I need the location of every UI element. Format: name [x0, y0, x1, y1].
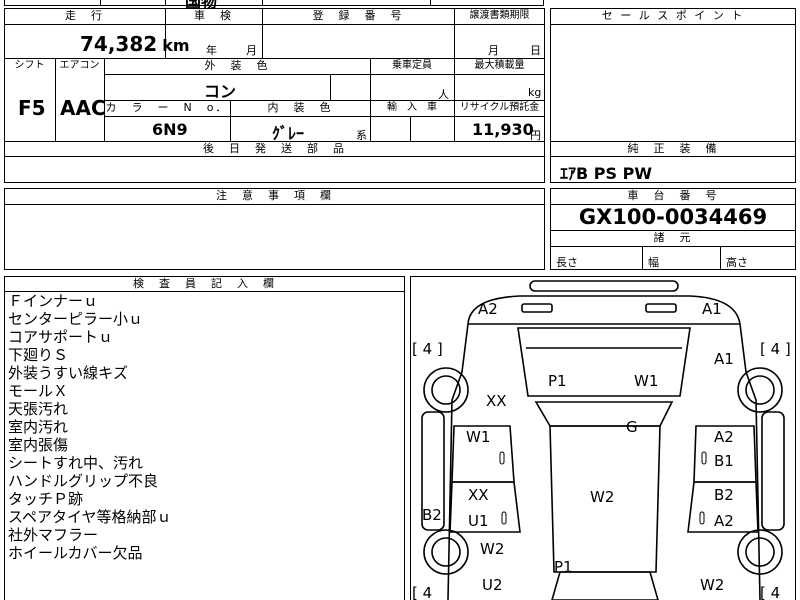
transfer-doc-header: 譲渡書類期限	[469, 10, 530, 21]
genuine-equipment-value: ｴｱB PS PW	[560, 164, 652, 183]
mileage-unit: km	[162, 36, 190, 55]
right-headlight	[645, 303, 677, 313]
inspector-note: 室内張傷	[8, 436, 69, 454]
exterior-color-value: コン	[204, 82, 237, 101]
wheel-front-left	[423, 367, 469, 413]
inspector-header: 検 査 員 記 入 欄	[133, 277, 276, 290]
car-diagram: A2 A1 A1 P1 W1 XX G W1 A2 B1 XX U1 W2 B2…	[412, 280, 791, 600]
tire-mark-bottom-right: [ 4	[760, 584, 780, 600]
inspector-note: タッチＰ跡	[8, 490, 84, 508]
color-no-value: 6N9	[152, 120, 188, 139]
hood	[517, 327, 691, 397]
inspector-notes-list: Ｆインナーｕ センターピラー小ｕ コアサポートｕ 下廻りＳ 外装うすい線キズ モ…	[8, 292, 172, 562]
shaken-month-label: 月	[246, 44, 257, 57]
label-w2-left: W2	[480, 540, 504, 558]
label-a2-right-rear: A2	[714, 512, 734, 530]
exterior-color-header: 外 装 色	[204, 59, 270, 72]
shaken-header: 車 検	[194, 9, 233, 22]
color-no-header: カ ラ ー N o．	[105, 101, 229, 114]
mileage-number: 74,382	[80, 32, 158, 56]
inspector-note: 室内汚れ	[8, 418, 69, 436]
recycle-header: リサイクル預託金	[459, 102, 540, 113]
label-b1-right-door: B1	[714, 452, 734, 470]
label-xx-left-rear: XX	[468, 486, 489, 504]
label-w1-left-door: W1	[466, 428, 490, 446]
shaken-year-label: 年	[206, 44, 217, 57]
shift-value: F5	[18, 96, 46, 120]
max-load-unit: kg	[528, 86, 542, 99]
top-strip	[4, 0, 544, 6]
inspector-note: 天張汚れ	[8, 400, 69, 418]
transfer-month-label: 月	[488, 44, 499, 57]
registration-header: 登 録 番 号	[312, 9, 404, 22]
rear-window	[551, 571, 659, 600]
mileage-value: 74,382 km	[80, 32, 190, 56]
label-w2-bottom-right: W2	[700, 576, 724, 594]
inspector-note: コアサポートｕ	[8, 328, 114, 346]
later-parts-header: 後 日 発 送 部 品	[203, 142, 346, 155]
sales-points-header: セ ー ル ス ポ イ ン ト	[601, 9, 745, 22]
import-car-header: 輸 入 車	[387, 102, 437, 113]
label-p1-top: P1	[548, 372, 567, 390]
dimensions-header: 諸 元	[653, 231, 693, 244]
capacity-header: 乗車定員	[392, 60, 432, 71]
width-label: 幅	[648, 256, 659, 269]
label-u2-bottom: U2	[482, 576, 503, 594]
shift-header: シフト	[14, 60, 45, 71]
max-load-header: 最大積載量	[474, 60, 525, 71]
inspector-note: 外装うすい線キズ	[8, 364, 129, 382]
inspector-note: 下廻りＳ	[8, 346, 69, 364]
inspector-note: モールＸ	[8, 382, 69, 400]
label-b2-left-side: B2	[422, 506, 442, 524]
label-w2-center: W2	[590, 488, 614, 506]
recycle-value: 11,930	[472, 120, 534, 139]
label-a1-top-right: A1	[702, 300, 722, 318]
windshield	[534, 401, 674, 427]
label-p1-bottom: P1	[554, 558, 573, 576]
tire-mark-bottom-left: [ 4	[412, 584, 432, 600]
caution-header: 注 意 事 項 欄	[216, 189, 333, 202]
chassis-value: GX100-0034469	[578, 205, 768, 229]
wheel-rear-left	[423, 529, 469, 575]
tire-mark-top-right: [ 4 ]	[760, 340, 791, 358]
inspector-note: シートすれ中、汚れ	[8, 454, 144, 472]
inspector-note: ホイールカバー欠品	[8, 544, 143, 562]
aircon-header: エアコン	[59, 60, 100, 71]
tire-mark-top-left: [ 4 ]	[412, 340, 443, 358]
chassis-header: 車 台 番 号	[627, 189, 719, 202]
front-bumper	[467, 295, 741, 325]
wheel-front-right	[737, 367, 783, 413]
height-label: 高さ	[726, 256, 748, 269]
inspector-note: スペアタイヤ等格納部ｕ	[8, 508, 172, 526]
left-headlight	[521, 303, 553, 313]
label-g-center: G	[626, 418, 638, 436]
length-label: 長さ	[556, 256, 578, 269]
aircon-value: AAC	[60, 96, 106, 120]
label-xx-left: XX	[486, 392, 507, 410]
mileage-header: 走 行	[65, 9, 104, 22]
label-b2-right-rear: B2	[714, 486, 734, 504]
label-w1-top: W1	[634, 372, 658, 390]
inspector-note: 社外マフラー	[8, 526, 99, 544]
interior-color-header: 内 装 色	[267, 101, 333, 114]
right-side-panel	[761, 411, 785, 531]
top-bar	[529, 280, 679, 292]
capacity-unit: 人	[438, 88, 449, 101]
inspector-note: センターピラー小ｕ	[8, 310, 144, 328]
label-a1-right: A1	[714, 350, 734, 368]
inspector-note: Ｆインナーｕ	[8, 292, 99, 310]
label-u1-left-rear: U1	[468, 512, 489, 530]
label-a2-top-left: A2	[478, 300, 498, 318]
label-a2-right-door: A2	[714, 428, 734, 446]
genuine-equipment-header: 純 正 装 備	[627, 142, 719, 155]
inspector-note: ハンドルグリップ不良	[8, 472, 159, 490]
transfer-day-label: 日	[530, 44, 541, 57]
